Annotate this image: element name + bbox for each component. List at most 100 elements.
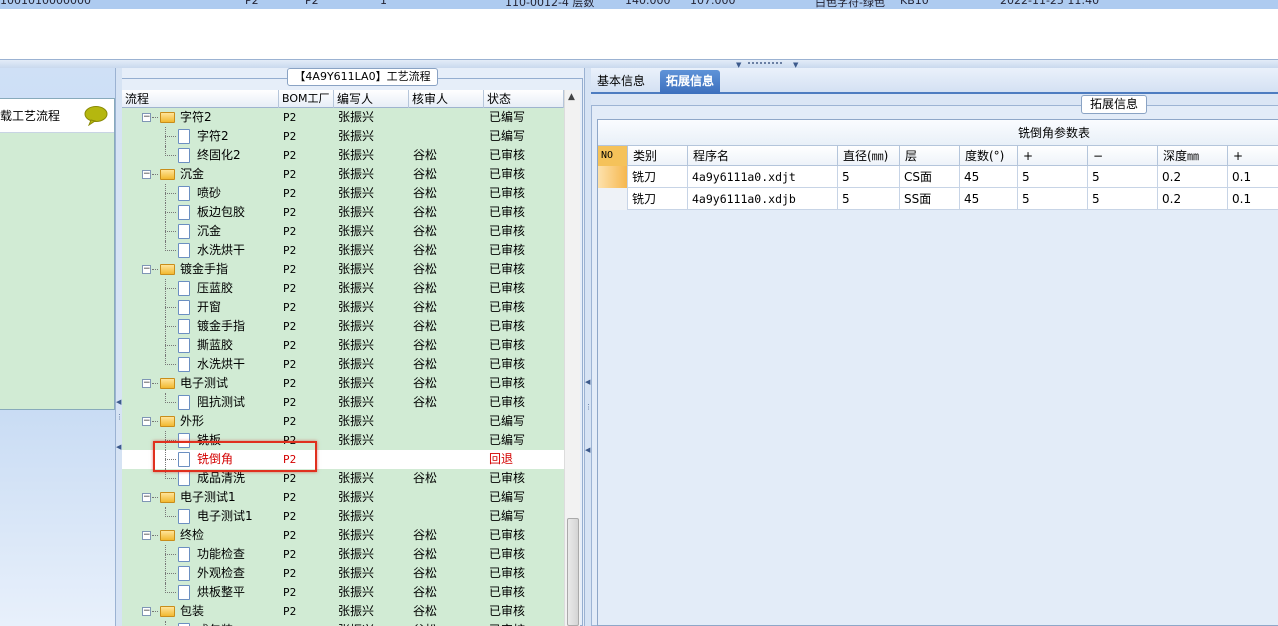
- left-card-header[interactable]: 载工艺流程: [0, 99, 114, 133]
- param-cell[interactable]: 0.1: [1228, 166, 1278, 188]
- tree-row[interactable]: − 沉金 P2 张振兴 谷松 已审核: [122, 165, 564, 184]
- tree-connector: [152, 269, 158, 270]
- collapse-left-arrow-icon[interactable]: ◀: [116, 398, 121, 406]
- row-indicator[interactable]: [598, 188, 628, 210]
- param-col-header[interactable]: 程序名: [688, 146, 838, 166]
- param-col-header[interactable]: −: [1088, 146, 1158, 166]
- tree-row[interactable]: 字符2 P2 张振兴 已编写: [122, 127, 564, 146]
- tree-row[interactable]: − 电子测试1 P2 张振兴 已编写: [122, 488, 564, 507]
- param-cell[interactable]: 45: [960, 166, 1018, 188]
- param-cell[interactable]: CS面: [900, 166, 960, 188]
- tree-row[interactable]: 功能检查 P2 张振兴 谷松 已审核: [122, 545, 564, 564]
- param-col-header[interactable]: 层: [900, 146, 960, 166]
- writer-value: 张振兴: [338, 110, 375, 124]
- tree-row[interactable]: 撕蓝胶 P2 张振兴 谷松 已审核: [122, 336, 564, 355]
- vertical-splitter-right[interactable]: ◀ ⋮ ◀: [584, 68, 592, 626]
- bom-value: P2: [283, 130, 297, 143]
- param-col-header[interactable]: 直径(㎜): [838, 146, 900, 166]
- horizontal-splitter[interactable]: ▼ ▼: [0, 60, 1278, 69]
- expand-toggle-icon[interactable]: −: [142, 417, 151, 426]
- param-cell[interactable]: 5: [1018, 166, 1088, 188]
- expand-toggle-icon[interactable]: −: [142, 170, 151, 179]
- expand-toggle-icon[interactable]: −: [142, 607, 151, 616]
- tree-row[interactable]: − 外形 P2 张振兴 已编写: [122, 412, 564, 431]
- param-cell[interactable]: 5: [1018, 188, 1088, 210]
- param-col-header[interactable]: +: [1228, 146, 1278, 166]
- param-cell[interactable]: SS面: [900, 188, 960, 210]
- param-cell[interactable]: 5: [1088, 188, 1158, 210]
- scroll-up-arrow-icon[interactable]: ▲: [568, 92, 575, 102]
- tab-extended-info[interactable]: 拓展信息: [660, 70, 721, 94]
- tab-basic-info[interactable]: 基本信息: [591, 70, 651, 94]
- collapse-arrow-icon[interactable]: ◀: [585, 378, 590, 386]
- param-cell[interactable]: 4a9y6111a0.xdjt: [688, 166, 838, 188]
- tree-row[interactable]: 开窗 P2 张振兴 谷松 已审核: [122, 298, 564, 317]
- tree-row[interactable]: 电子测试1 P2 张振兴 已编写: [122, 507, 564, 526]
- tree-row[interactable]: − 字符2 P2 张振兴 已编写: [122, 108, 564, 127]
- tree-row[interactable]: − 包装 P2 张振兴 谷松 已审核: [122, 602, 564, 621]
- scroll-thumb[interactable]: [567, 518, 579, 626]
- expand-toggle-icon[interactable]: −: [142, 265, 151, 274]
- document-icon: [178, 186, 190, 201]
- splitter-dots[interactable]: ⋮: [116, 413, 123, 421]
- param-row[interactable]: 铣刀 4a9y6111a0.xdjb 5 SS面 45 5 5 0.2 0.1: [598, 188, 1278, 210]
- tree-row[interactable]: 压蓝胶 P2 张振兴 谷松 已审核: [122, 279, 564, 298]
- collapse-arrow-icon-2[interactable]: ◀: [585, 446, 590, 454]
- tree-row[interactable]: − 电子测试 P2 张振兴 谷松 已审核: [122, 374, 564, 393]
- splitter-dots-2[interactable]: ⋮: [585, 403, 592, 411]
- vertical-splitter-left[interactable]: ◀ ⋮ ◀: [115, 68, 123, 626]
- tree-row[interactable]: 阻抗测试 P2 张振兴 谷松 已审核: [122, 393, 564, 412]
- param-cell[interactable]: 45: [960, 188, 1018, 210]
- tree-row[interactable]: 镀金手指 P2 张振兴 谷松 已审核: [122, 317, 564, 336]
- splitter-grip[interactable]: [748, 62, 782, 65]
- tree-row[interactable]: 终固化2 P2 张振兴 谷松 已审核: [122, 146, 564, 165]
- col-header-status[interactable]: 状态: [484, 90, 564, 108]
- param-cell[interactable]: 铣刀: [628, 188, 688, 210]
- expand-toggle-icon[interactable]: −: [142, 531, 151, 540]
- expand-toggle-icon[interactable]: −: [142, 493, 151, 502]
- param-row[interactable]: 铣刀 4a9y6111a0.xdjt 5 CS面 45 5 5 0.2 0.1: [598, 166, 1278, 188]
- param-cell[interactable]: 0.1: [1228, 188, 1278, 210]
- tree-node-label: 电子测试: [180, 376, 229, 390]
- collapse-left-arrow-icon-2[interactable]: ◀: [116, 443, 121, 451]
- speech-bubble-icon[interactable]: [84, 106, 108, 126]
- col-header-bom[interactable]: BOM工厂: [279, 90, 334, 108]
- tree-row[interactable]: 水洗烘干 P2 张振兴 谷松 已审核: [122, 241, 564, 260]
- param-cell[interactable]: 铣刀: [628, 166, 688, 188]
- param-col-header[interactable]: NO: [598, 146, 628, 166]
- param-col-header[interactable]: 度数(°): [960, 146, 1018, 166]
- param-cell[interactable]: 4a9y6111a0.xdjb: [688, 188, 838, 210]
- col-header-reviewer[interactable]: 核审人: [409, 90, 484, 108]
- col-header-process[interactable]: 流程: [122, 90, 279, 108]
- param-table-title: 铣倒角参数表: [598, 120, 1278, 146]
- folder-icon: [160, 606, 175, 617]
- tree-connector: [165, 573, 176, 574]
- tree-row[interactable]: 烘板整平 P2 张振兴 谷松 已审核: [122, 583, 564, 602]
- tree-row[interactable]: − 终检 P2 张振兴 谷松 已审核: [122, 526, 564, 545]
- tree-vertical-scrollbar[interactable]: ▲: [564, 90, 580, 626]
- tree-row[interactable]: − 镀金手指 P2 张振兴 谷松 已审核: [122, 260, 564, 279]
- tree-row[interactable]: 外观检查 P2 张振兴 谷松 已审核: [122, 564, 564, 583]
- param-col-header[interactable]: 类别: [628, 146, 688, 166]
- tree-row[interactable]: 水洗烘干 P2 张振兴 谷松 已审核: [122, 355, 564, 374]
- top-grid-row[interactable]: 1001010000000 P2 P2 1 110-0012-4 层数 140.000 10…: [0, 0, 1278, 9]
- tree-node-label: 撕蓝胶: [197, 338, 234, 352]
- param-cell[interactable]: 5: [1088, 166, 1158, 188]
- param-col-header[interactable]: 深度㎜: [1158, 146, 1228, 166]
- param-cell[interactable]: 0.2: [1158, 166, 1228, 188]
- param-cell[interactable]: 0.2: [1158, 188, 1228, 210]
- param-col-header[interactable]: +: [1018, 146, 1088, 166]
- tree-row[interactable]: 板边包胶 P2 张振兴 谷松 已审核: [122, 203, 564, 222]
- tree-row[interactable]: 成包装 P2 张振兴 谷松 已审核: [122, 621, 564, 626]
- tree-row[interactable]: 沉金 P2 张振兴 谷松 已审核: [122, 222, 564, 241]
- expand-toggle-icon[interactable]: −: [142, 379, 151, 388]
- tree-node-label: 沉金: [180, 167, 205, 181]
- row-indicator[interactable]: [598, 166, 628, 188]
- col-header-writer[interactable]: 编写人: [334, 90, 409, 108]
- param-cell[interactable]: 5: [838, 188, 900, 210]
- param-cell[interactable]: 5: [838, 166, 900, 188]
- reviewer-value: 谷松: [413, 376, 438, 390]
- expand-toggle-icon[interactable]: −: [142, 113, 151, 122]
- tree-row[interactable]: 喷砂 P2 张振兴 谷松 已审核: [122, 184, 564, 203]
- status-value: 已审核: [489, 262, 526, 276]
